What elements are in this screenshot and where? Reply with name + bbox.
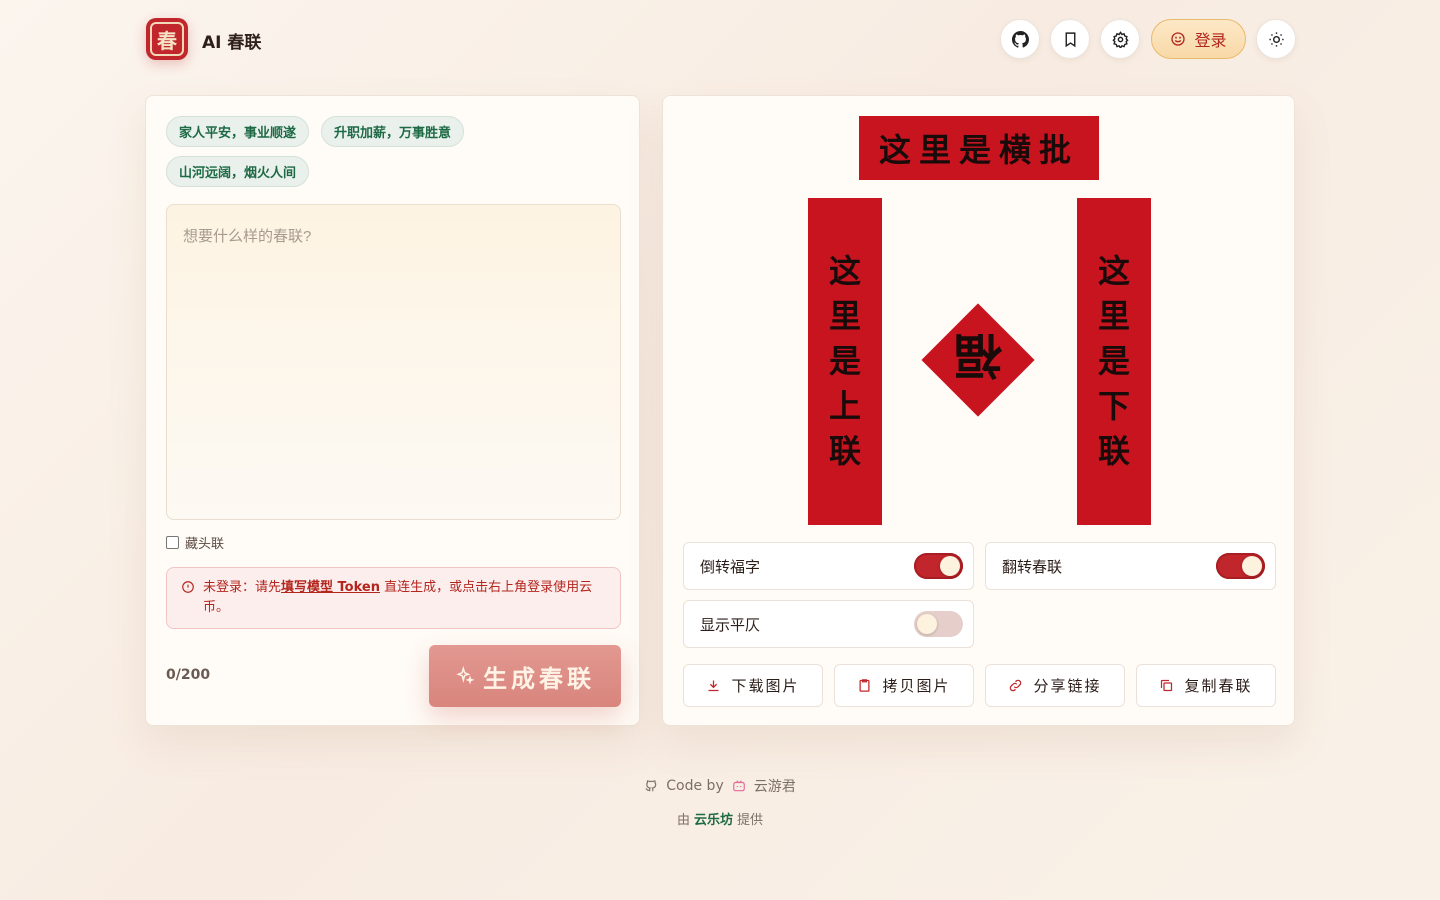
share-link-button[interactable]: 分享链接 (985, 664, 1125, 707)
login-alert: 未登录：请先填写模型 Token 直连生成，或点击右上角登录使用云币。 (166, 567, 621, 629)
acrostic-checkbox-row[interactable]: 藏头联 (166, 533, 224, 552)
xialian-char: 下 (1097, 387, 1130, 425)
gear-icon (1111, 30, 1129, 48)
provider-link[interactable]: 云乐坊 (694, 809, 733, 828)
sun-icon (1268, 31, 1284, 47)
github-icon (645, 780, 657, 792)
preview-panel: 这里是横批 这 里 是 上 联 福 这 里 是 下 联 倒转福字 翻转春联 显示… (662, 95, 1295, 726)
app-logo[interactable]: 春 (146, 18, 188, 60)
shanglian-char: 这 (828, 252, 861, 290)
smile-icon (1171, 32, 1186, 46)
toggle-switch[interactable] (914, 611, 963, 637)
bookmark-icon (1065, 31, 1075, 47)
shanglian-char: 联 (828, 432, 861, 470)
shanglian-char: 里 (828, 297, 861, 335)
download-icon (708, 680, 719, 692)
login-button[interactable]: 登录 (1151, 19, 1246, 59)
settings-button[interactable] (1100, 19, 1140, 59)
bookmark-button[interactable] (1050, 19, 1090, 59)
toggle-switch[interactable] (914, 553, 963, 579)
prompt-input[interactable] (166, 204, 621, 520)
suggestion-chip[interactable]: 家人平安，事业顺遂 (166, 116, 310, 147)
author-link[interactable]: 云游君 (754, 776, 796, 796)
fu-char: 福 (954, 327, 1003, 383)
github-icon (1011, 30, 1029, 48)
generate-button[interactable]: 生成春联 (429, 645, 621, 707)
download-image-button[interactable]: 下载图片 (683, 664, 823, 707)
copy-icon (1161, 679, 1173, 692)
toggle-label: 翻转春联 (1002, 557, 1063, 576)
toggle-label: 倒转福字 (700, 557, 761, 576)
footer-provider: 由 云乐坊 提供 (0, 809, 1440, 828)
logo-char: 春 (150, 22, 184, 56)
toggle-invert-fu[interactable]: 倒转福字 (683, 542, 974, 590)
xialian-scroll: 这 里 是 下 联 (1077, 198, 1151, 525)
alert-prefix: 未登录：请先 (203, 580, 282, 595)
shanglian-char: 是 (828, 342, 861, 380)
header: 春 AI 春联 登录 (0, 0, 1440, 80)
action-label: 拷贝图片 (882, 677, 951, 695)
sparkle-icon (456, 666, 475, 685)
hengpi-banner: 这里是横批 (859, 116, 1099, 180)
code-by-label: Code by (666, 778, 724, 794)
toggle-knob (940, 556, 960, 576)
action-label: 下载图片 (731, 677, 800, 695)
github-button[interactable] (1000, 19, 1040, 59)
copy-image-button[interactable]: 拷贝图片 (834, 664, 974, 707)
bilibili-icon (732, 780, 745, 792)
xialian-char: 里 (1097, 297, 1130, 335)
action-label: 复制春联 (1184, 677, 1253, 695)
provided-prefix: 由 (676, 813, 690, 828)
xialian-char: 联 (1097, 432, 1130, 470)
provided-suffix: 提供 (737, 813, 764, 828)
action-label: 分享链接 (1033, 677, 1102, 695)
login-label: 登录 (1194, 31, 1227, 50)
suggestion-chip[interactable]: 山河远阔，烟火人间 (166, 156, 310, 187)
token-link[interactable]: 填写模型 Token (281, 580, 380, 595)
toggle-knob (917, 614, 937, 634)
suggestion-chip[interactable]: 升职加薪，万事胜意 (321, 116, 465, 147)
toggle-knob (1242, 556, 1262, 576)
generate-label: 生成春联 (483, 663, 595, 693)
toggle-switch[interactable] (1216, 553, 1265, 579)
xialian-char: 这 (1097, 252, 1130, 290)
toggle-flip-couplet[interactable]: 翻转春联 (985, 542, 1276, 590)
xialian-char: 是 (1097, 342, 1130, 380)
link-icon (1010, 679, 1022, 692)
footer-credit: Code by 云游君 (0, 776, 1440, 796)
toggle-show-tones[interactable]: 显示平仄 (683, 600, 974, 648)
theme-toggle-button[interactable] (1256, 19, 1296, 59)
shanglian-scroll: 这 里 是 上 联 (808, 198, 882, 525)
acrostic-label: 藏头联 (185, 537, 225, 552)
copy-couplet-button[interactable]: 复制春联 (1136, 664, 1276, 707)
input-panel: 家人平安，事业顺遂 升职加薪，万事胜意 山河远阔，烟火人间 藏头联 未登录：请先… (145, 95, 640, 726)
char-counter: 0/200 (166, 667, 211, 683)
toggle-label: 显示平仄 (700, 615, 761, 634)
app-title: AI 春联 (202, 33, 262, 53)
shanglian-char: 上 (828, 387, 861, 425)
info-icon (182, 581, 194, 593)
acrostic-checkbox[interactable] (166, 536, 179, 549)
clipboard-icon (859, 679, 870, 692)
